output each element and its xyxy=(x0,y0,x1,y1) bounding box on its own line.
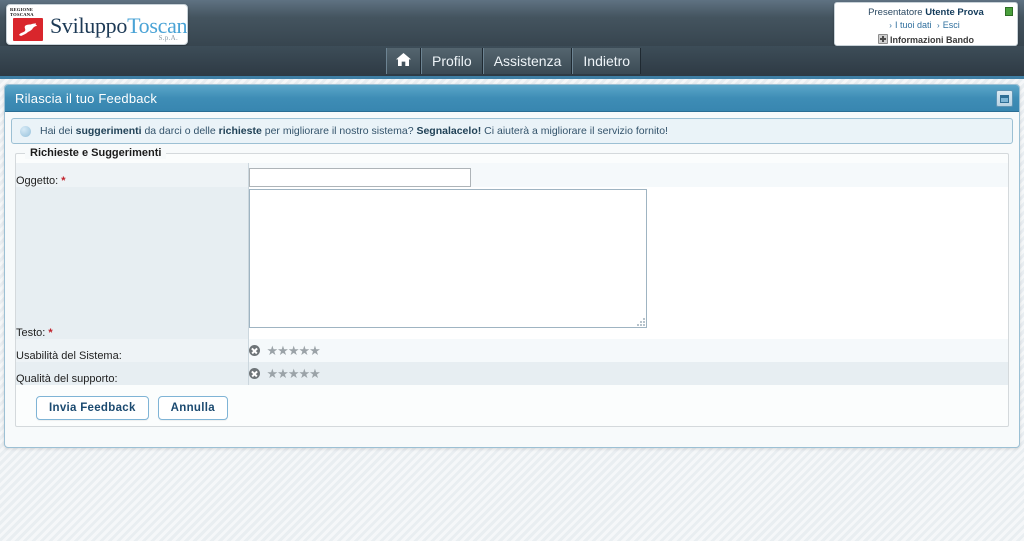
user-greeting: Presentatore Utente Prova xyxy=(835,7,1017,18)
qualita-rating: ★ ★ ★ ★ ★ xyxy=(248,362,1009,385)
testo-value-cell xyxy=(248,187,1008,339)
qualita-star-2[interactable]: ★ xyxy=(277,367,289,380)
info-bold-segnalacelo: Segnalacelo! xyxy=(416,125,482,137)
nav-tab-profilo[interactable]: Profilo xyxy=(421,48,483,74)
nav-tab-indietro-label: Indietro xyxy=(583,53,631,69)
restore-window-icon[interactable] xyxy=(996,90,1013,107)
oggetto-required-mark: * xyxy=(61,175,66,187)
info-message-bar: Hai dei suggerimenti da darci o delle ri… xyxy=(11,118,1013,144)
crest-line-2: TOSCANA xyxy=(10,12,34,17)
info-part-2: da darci o delle xyxy=(141,125,219,137)
home-icon xyxy=(395,52,412,70)
testo-textarea-wrapper xyxy=(248,187,647,328)
info-bold-suggerimenti: suggerimenti xyxy=(75,125,142,137)
main-navigation: Profilo Assistenza Indietro xyxy=(0,46,1024,79)
user-role-label: Presentatore xyxy=(868,7,923,18)
testo-label-cell: Testo: * xyxy=(16,187,249,339)
nav-tab-indietro[interactable]: Indietro xyxy=(572,48,642,74)
regione-toscana-crest-icon: REGIONE TOSCANA xyxy=(7,6,49,43)
oggetto-label: Oggetto: xyxy=(16,175,59,187)
usabilita-star-2[interactable]: ★ xyxy=(277,344,289,357)
plus-box-icon xyxy=(878,34,888,44)
nav-tab-profilo-label: Profilo xyxy=(432,53,472,69)
panel-body: Hai dei suggerimenti da darci o delle ri… xyxy=(5,112,1019,427)
page-title: Rilascia il tuo Feedback xyxy=(15,90,158,106)
chevron-right-icon-2: › xyxy=(937,21,940,30)
qualita-star-1[interactable]: ★ xyxy=(267,367,279,380)
richieste-suggerimenti-fieldset: Richieste e Suggerimenti Oggetto: * Test… xyxy=(15,147,1009,427)
link-i-tuoi-dati[interactable]: I tuoi dati xyxy=(895,20,932,30)
info-part-3: per migliorare il nostro sistema? xyxy=(261,125,417,137)
cancel-rating-icon-qualita[interactable] xyxy=(248,368,260,379)
qualita-stars: ★ ★ ★ ★ ★ xyxy=(267,367,321,380)
usabilita-label-cell: Usabilità del Sistema: xyxy=(16,339,249,362)
feedback-panel: Rilascia il tuo Feedback Hai dei suggeri… xyxy=(4,84,1020,448)
qualita-star-4[interactable]: ★ xyxy=(298,367,310,380)
page-root: REGIONE TOSCANA SviluppoToscana S.p.A. P… xyxy=(0,0,1024,541)
form-actions: Invia Feedback Annulla xyxy=(36,396,1008,420)
usabilita-star-4[interactable]: ★ xyxy=(298,344,310,357)
usabilita-star-1[interactable]: ★ xyxy=(267,344,279,357)
informazioni-bando-label: Informazioni Bando xyxy=(890,35,974,45)
nav-tab-assistenza[interactable]: Assistenza xyxy=(482,48,573,74)
logo-word-sviluppo: Sviluppo xyxy=(50,12,128,38)
info-part-1: Hai dei xyxy=(40,125,76,137)
pegasus-shield-icon xyxy=(13,18,43,41)
nav-tab-home[interactable] xyxy=(386,48,421,74)
usabilita-star-5[interactable]: ★ xyxy=(309,344,321,357)
info-message-text: Hai dei suggerimenti da darci o delle ri… xyxy=(40,125,668,137)
qualita-value-cell: ★ ★ ★ ★ ★ xyxy=(248,362,1008,385)
invia-feedback-button[interactable]: Invia Feedback xyxy=(36,396,149,420)
info-bubble-icon xyxy=(20,125,31,137)
panel-title-bar: Rilascia il tuo Feedback xyxy=(5,85,1019,112)
logo-suffix: S.p.A. xyxy=(158,34,178,42)
qualita-label: Qualità del supporto: xyxy=(16,373,118,385)
qualita-label-cell: Qualità del supporto: xyxy=(16,362,249,385)
informazioni-bando-link[interactable]: Informazioni Bando xyxy=(835,33,1017,46)
oggetto-input[interactable] xyxy=(248,168,471,187)
usabilita-rating: ★ ★ ★ ★ ★ xyxy=(248,339,1009,362)
chevron-right-icon: › xyxy=(889,21,892,30)
feedback-form-table: Oggetto: * Testo: * Usabilità del Sistem… xyxy=(16,163,1008,385)
oggetto-value-cell xyxy=(248,163,1008,187)
testo-textarea[interactable] xyxy=(248,189,647,328)
info-part-4: Ci aiuterà a migliorare il servizio forn… xyxy=(481,125,668,137)
info-bold-richieste: richieste xyxy=(218,125,262,137)
restore-window-glyph xyxy=(1000,94,1009,103)
form-row-oggetto: Oggetto: * xyxy=(16,163,1008,187)
testo-required-mark: * xyxy=(48,327,53,339)
sviluppo-toscana-logo[interactable]: REGIONE TOSCANA SviluppoToscana S.p.A. xyxy=(6,4,188,45)
form-row-testo: Testo: * xyxy=(16,187,1008,339)
user-info-box: Presentatore Utente Prova › I tuoi dati ›… xyxy=(834,2,1018,46)
user-name: Utente Prova xyxy=(925,7,984,18)
usabilita-value-cell: ★ ★ ★ ★ ★ xyxy=(248,339,1008,362)
usabilita-stars: ★ ★ ★ ★ ★ xyxy=(267,344,321,357)
user-links: › I tuoi dati › Esci xyxy=(835,20,1017,31)
annulla-button[interactable]: Annulla xyxy=(157,396,228,420)
site-header: REGIONE TOSCANA SviluppoToscana S.p.A. P… xyxy=(0,0,1024,47)
qualita-star-3[interactable]: ★ xyxy=(288,367,300,380)
form-row-qualita: Qualità del supporto: ★ ★ ★ ★ ★ xyxy=(16,362,1008,385)
fieldset-legend: Richieste e Suggerimenti xyxy=(25,147,167,159)
usabilita-label: Usabilità del Sistema: xyxy=(16,350,122,362)
testo-label: Testo: xyxy=(16,327,46,339)
status-green-icon[interactable] xyxy=(1005,7,1013,16)
cancel-rating-icon-usabilita[interactable] xyxy=(248,345,260,356)
link-esci[interactable]: Esci xyxy=(943,20,960,30)
oggetto-label-cell: Oggetto: * xyxy=(16,163,249,187)
usabilita-star-3[interactable]: ★ xyxy=(288,344,300,357)
nav-tab-assistenza-label: Assistenza xyxy=(493,53,562,69)
nav-tabs: Profilo Assistenza Indietro xyxy=(386,48,642,74)
form-row-usabilita: Usabilità del Sistema: ★ ★ ★ ★ ★ xyxy=(16,339,1008,362)
qualita-star-5[interactable]: ★ xyxy=(309,367,321,380)
